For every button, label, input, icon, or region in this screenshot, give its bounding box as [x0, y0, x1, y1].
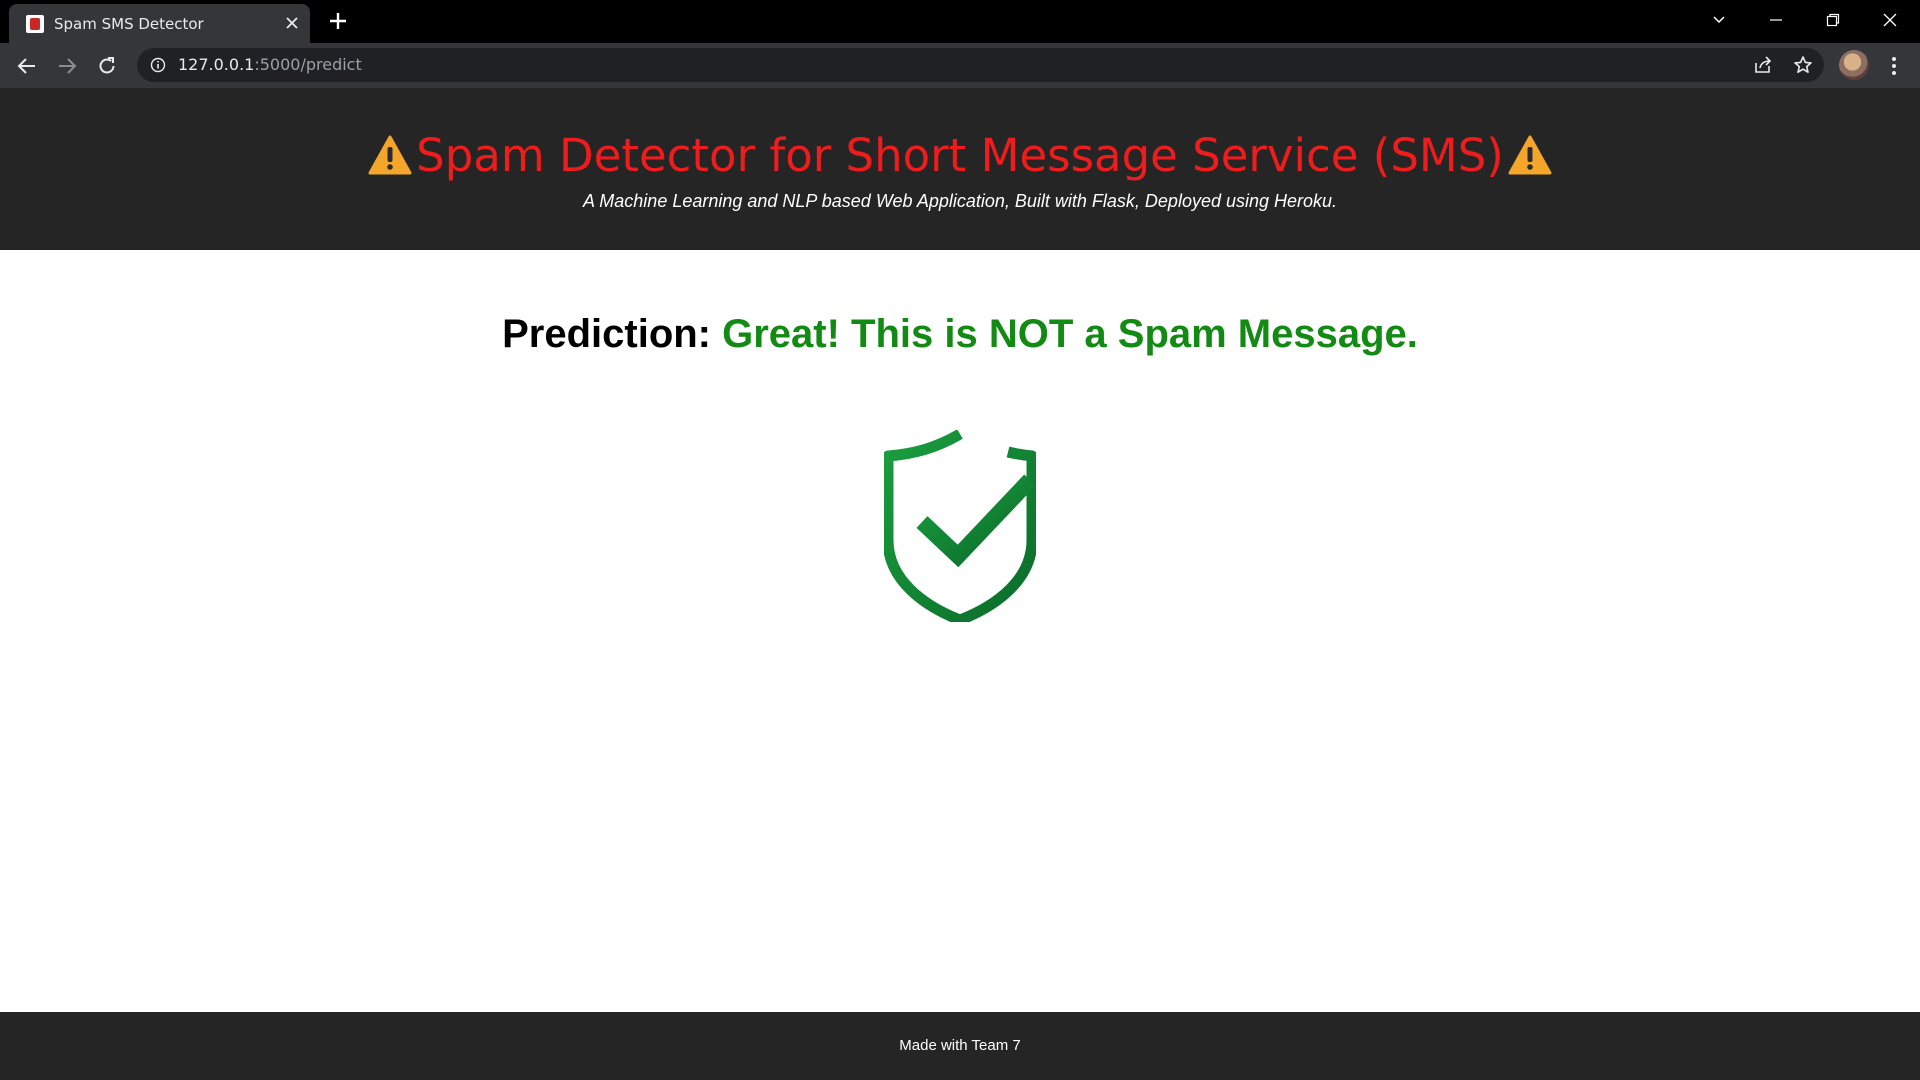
close-tab-icon[interactable]	[282, 13, 302, 33]
url-text[interactable]: 127.0.0.1:5000/predict	[178, 55, 362, 74]
page-title: Spam Detector for Short Message Service …	[0, 129, 1920, 182]
more-menu-icon[interactable]	[1879, 51, 1909, 81]
tab-title: Spam SMS Detector	[54, 15, 204, 33]
browser-toolbar: 127.0.0.1:5000/predict	[0, 43, 1920, 88]
restore-icon[interactable]	[1813, 6, 1853, 34]
tab-spam-sms-detector[interactable]: Spam SMS Detector	[9, 4, 310, 43]
site-footer: Made with Team 7	[0, 1012, 1920, 1080]
minimize-icon[interactable]	[1756, 6, 1796, 34]
shield-check-icon	[884, 430, 1036, 622]
browser-tab-bar: Spam SMS Detector	[0, 0, 1920, 43]
back-arrow-icon[interactable]	[12, 51, 42, 81]
bookmark-star-icon[interactable]	[1793, 55, 1813, 75]
warning-triangle-icon	[368, 135, 412, 175]
url-path: :5000/predict	[254, 55, 362, 74]
forward-arrow-icon[interactable]	[52, 51, 82, 81]
reload-icon[interactable]	[92, 51, 122, 81]
prediction-result: Great! This is NOT a Spam Message.	[722, 312, 1418, 356]
prediction-label: Prediction:	[502, 312, 711, 356]
close-window-icon[interactable]	[1870, 6, 1910, 34]
profile-avatar[interactable]	[1839, 50, 1869, 80]
prediction-heading: Prediction: Great! This is NOT a Spam Me…	[0, 312, 1920, 357]
site-header: Spam Detector for Short Message Service …	[0, 88, 1920, 250]
favicon-icon	[26, 15, 44, 33]
tab-search-chevron-down-icon[interactable]	[1699, 6, 1739, 34]
footer-text: Made with Team 7	[899, 1037, 1021, 1054]
url-host: 127.0.0.1	[178, 55, 255, 74]
page-title-text: Spam Detector for Short Message Service …	[416, 129, 1504, 182]
address-bar[interactable]: 127.0.0.1:5000/predict	[137, 48, 1824, 82]
warning-triangle-icon	[1508, 135, 1552, 175]
new-tab-button[interactable]	[325, 8, 351, 34]
site-info-icon[interactable]	[150, 57, 166, 73]
page-subtitle: A Machine Learning and NLP based Web App…	[582, 191, 1338, 211]
share-icon[interactable]	[1753, 55, 1773, 75]
